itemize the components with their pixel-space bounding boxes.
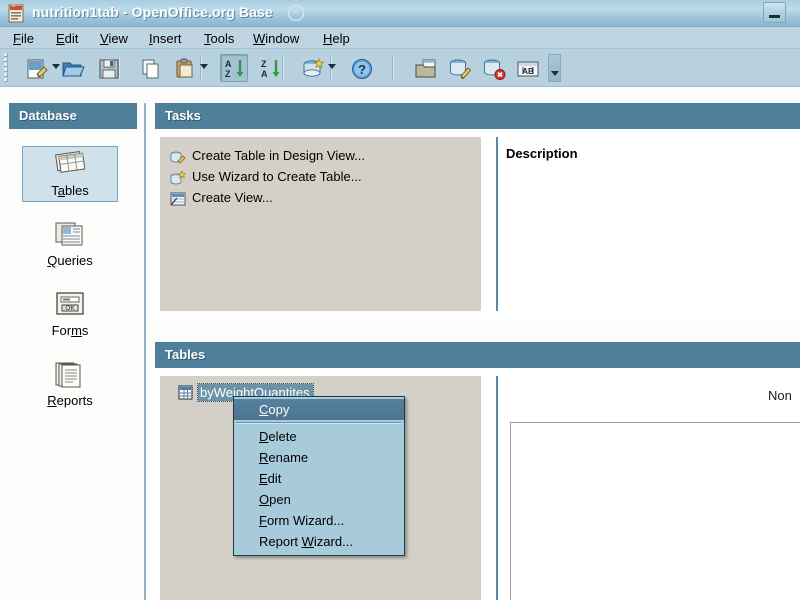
form-filter-button[interactable]: [298, 54, 326, 82]
table-icon: [178, 385, 193, 400]
chevron-down-icon: [551, 71, 559, 76]
context-menu-edit[interactable]: Edit: [234, 468, 404, 489]
paste-button[interactable]: [170, 54, 198, 82]
database-pencil-icon: [448, 57, 472, 81]
sort-descending-button[interactable]: Z A: [256, 54, 284, 82]
database-sidebar-header: Database: [9, 103, 137, 129]
sidebar-item-reports[interactable]: Reports: [22, 356, 118, 412]
table-wizard-icon: [170, 170, 187, 186]
svg-text:A: A: [261, 69, 268, 79]
sidebar-item-queries[interactable]: Queries: [22, 216, 118, 272]
toolbar-overflow-button[interactable]: [548, 54, 561, 82]
preview-label: Non: [768, 388, 792, 403]
help-button[interactable]: ?: [347, 54, 375, 82]
sidebar-item-label: Queries: [47, 253, 93, 268]
floppy-save-icon: [97, 57, 121, 81]
tables-panel-title: Tables: [165, 347, 206, 362]
new-table-folder-button[interactable]: [411, 54, 439, 82]
title-bar: nutrition1tab - OpenOffice.org Base: [0, 0, 800, 27]
database-sidebar-title: Database: [19, 108, 77, 123]
edit-table-button[interactable]: [445, 54, 473, 82]
sidebar-divider[interactable]: [144, 103, 146, 600]
window-title: nutrition1tab - OpenOffice.org Base: [32, 4, 273, 20]
context-menu-open[interactable]: Open: [234, 489, 404, 510]
toolbar: A Z Z A ? AB: [0, 49, 800, 87]
sort-az-icon: A Z: [223, 57, 247, 81]
sidebar-item-label: Forms: [51, 323, 89, 338]
tables-preview-divider: [496, 376, 498, 600]
chevron-down-icon[interactable]: [200, 64, 208, 69]
queries-icon: [53, 220, 87, 249]
toolbar-separator: [392, 57, 394, 79]
copy-pages-icon: [139, 57, 163, 81]
delete-table-button[interactable]: [479, 54, 507, 82]
new-document-icon: [25, 57, 49, 81]
database-sidebar: Database Tables Queries OK Forms Reports: [9, 103, 137, 600]
tasks-description-divider: [496, 137, 498, 311]
openoffice-base-window: nutrition1tab - OpenOffice.org Base File…: [0, 0, 800, 600]
svg-text:OK: OK: [65, 305, 75, 312]
svg-text:Z: Z: [225, 69, 231, 79]
forms-icon: OK: [53, 290, 87, 319]
openoffice-gull-icon: [287, 4, 305, 22]
open-folder-icon: [61, 57, 85, 81]
folder-table-icon: [414, 57, 438, 81]
copy-button[interactable]: [136, 54, 164, 82]
sidebar-item-label: Reports: [47, 393, 93, 408]
menu-tools[interactable]: Tools: [199, 30, 239, 47]
tasks-list: Create Table in Design View... Use Wizar…: [160, 137, 481, 311]
task-label: Create Table in Design View...: [192, 148, 365, 163]
base-document-icon: [7, 4, 26, 23]
svg-text:?: ?: [358, 62, 366, 77]
database-star-icon: [301, 57, 325, 81]
menu-window[interactable]: Window: [248, 30, 304, 47]
menu-edit[interactable]: Edit: [51, 30, 83, 47]
context-menu-form-wizard[interactable]: Form Wizard...: [234, 510, 404, 531]
sidebar-item-forms[interactable]: OK Forms: [22, 286, 118, 342]
new-document-button[interactable]: [22, 54, 50, 82]
tables-panel-header: Tables: [155, 342, 800, 368]
chevron-down-icon[interactable]: [328, 64, 336, 69]
svg-text:A: A: [225, 59, 232, 69]
minimize-icon: [769, 15, 780, 18]
tasks-panel-title: Tasks: [165, 108, 201, 123]
context-menu-delete[interactable]: Delete: [234, 426, 404, 447]
sidebar-item-tables[interactable]: Tables: [22, 146, 118, 202]
task-label: Create View...: [192, 190, 273, 205]
reports-icon: [53, 360, 87, 389]
context-menu-report-wizard[interactable]: Report Wizard...: [234, 531, 404, 552]
task-label: Use Wizard to Create Table...: [192, 169, 362, 184]
description-title: Description: [506, 146, 578, 161]
table-design-icon: [170, 149, 186, 165]
menu-file[interactable]: File: [8, 30, 39, 47]
minimize-button[interactable]: [763, 2, 786, 23]
sort-ascending-button[interactable]: A Z: [220, 54, 248, 82]
rename-table-button[interactable]: AB: [513, 54, 541, 82]
open-button[interactable]: [58, 54, 86, 82]
menu-bar: File Edit View Insert Tools Window Help: [0, 27, 800, 49]
tables-icon: [53, 150, 87, 179]
svg-text:Z: Z: [261, 59, 267, 69]
tasks-panel-header: Tasks: [155, 103, 800, 129]
menu-insert[interactable]: Insert: [144, 30, 187, 47]
menu-help[interactable]: Help: [318, 30, 355, 47]
menu-view[interactable]: View: [95, 30, 133, 47]
context-menu-rename[interactable]: Rename: [234, 447, 404, 468]
table-preview-box: [510, 422, 800, 600]
help-question-icon: ?: [350, 57, 374, 81]
svg-text:AB: AB: [522, 67, 534, 76]
sort-za-icon: Z A: [259, 57, 283, 81]
rename-ab-icon: AB: [516, 57, 540, 81]
paste-clipboard-icon: [173, 57, 197, 81]
table-context-menu: Copy Delete Rename Edit Open Form Wizard... Re…: [233, 396, 405, 556]
toolbar-grip[interactable]: [3, 53, 10, 83]
context-menu-copy[interactable]: Copy: [234, 399, 404, 420]
context-menu-separator: [236, 422, 402, 424]
database-delete-icon: [482, 57, 506, 81]
sidebar-item-label: Tables: [51, 183, 89, 198]
save-button[interactable]: [94, 54, 122, 82]
create-view-icon: [170, 191, 186, 207]
